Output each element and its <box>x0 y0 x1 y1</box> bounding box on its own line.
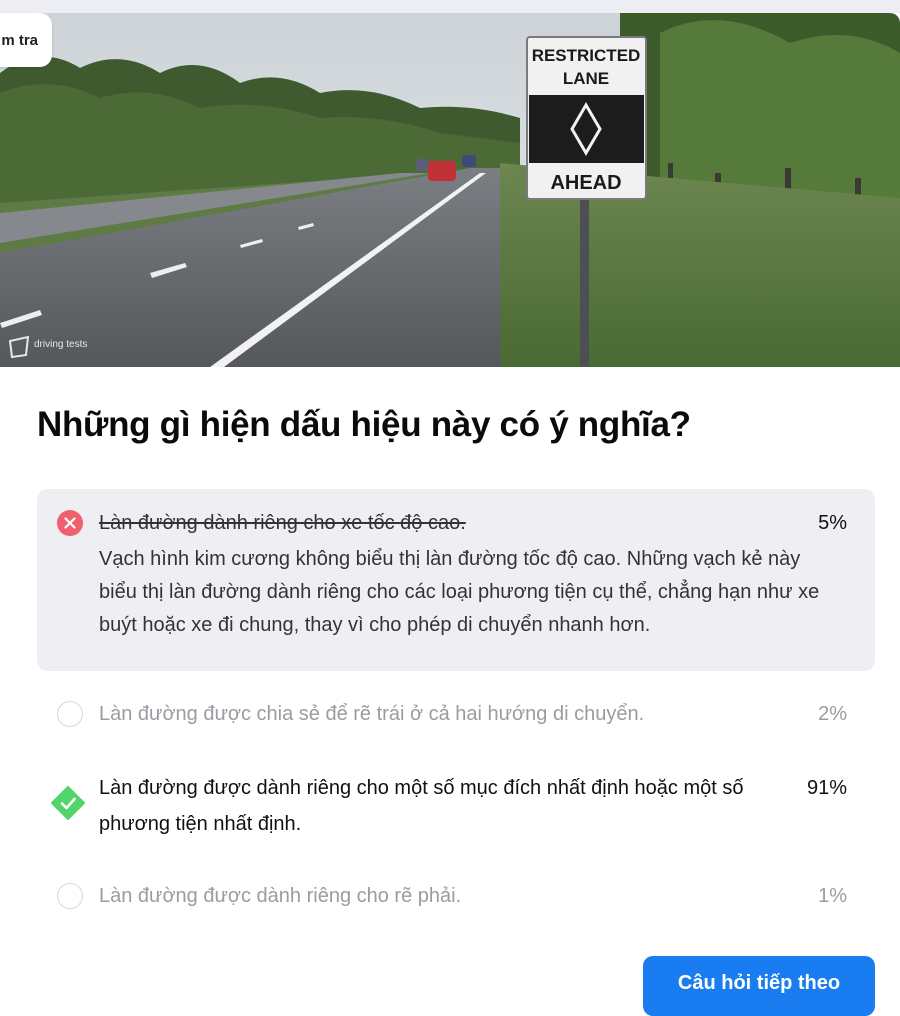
correct-icon <box>51 786 85 820</box>
answer-option-2[interactable]: Làn đường được chia sẻ để rẽ trái ở cả h… <box>37 696 875 732</box>
radio-icon <box>57 701 83 727</box>
answer-percent: 91% <box>806 777 847 799</box>
radio-icon <box>57 883 83 909</box>
answer-text: Làn đường được dành riêng cho rẽ phải. <box>99 885 462 907</box>
answer-option-4[interactable]: Làn đường được dành riêng cho rẽ phải. 1… <box>37 878 875 914</box>
answer-option-3[interactable]: Làn đường được dành riêng cho một số mục… <box>37 770 875 842</box>
answer-text: Làn đường dành riêng cho xe tốc độ cao. <box>99 512 466 534</box>
answer-text: Làn đường được dành riêng cho một số mục… <box>99 777 744 835</box>
answer-option-1[interactable]: Làn đường dành riêng cho xe tốc độ cao. … <box>37 489 875 671</box>
watermark-text: driving tests <box>34 339 87 350</box>
sign-line1: RESTRICTED <box>532 46 641 65</box>
sign-line3: AHEAD <box>550 172 621 194</box>
tag-label[interactable]: m tra <box>0 13 52 67</box>
sign-line2: LANE <box>563 69 609 88</box>
wrong-icon <box>57 510 83 536</box>
answer-percent: 2% <box>818 703 847 725</box>
top-bar <box>0 0 900 13</box>
answer-percent: 5% <box>818 512 847 534</box>
answer-text: Làn đường được chia sẻ để rẽ trái ở cả h… <box>99 703 645 725</box>
answer-percent: 1% <box>818 885 847 907</box>
question-title: Những gì hiện dấu hiệu này có ý nghĩa? <box>37 405 691 444</box>
answer-explanation: Vạch hình kim cương không biểu thị làn đ… <box>99 548 820 636</box>
question-image: RESTRICTED LANE AHEAD driving tests <box>0 13 900 367</box>
next-question-button[interactable]: Câu hỏi tiếp theo <box>643 956 875 1016</box>
